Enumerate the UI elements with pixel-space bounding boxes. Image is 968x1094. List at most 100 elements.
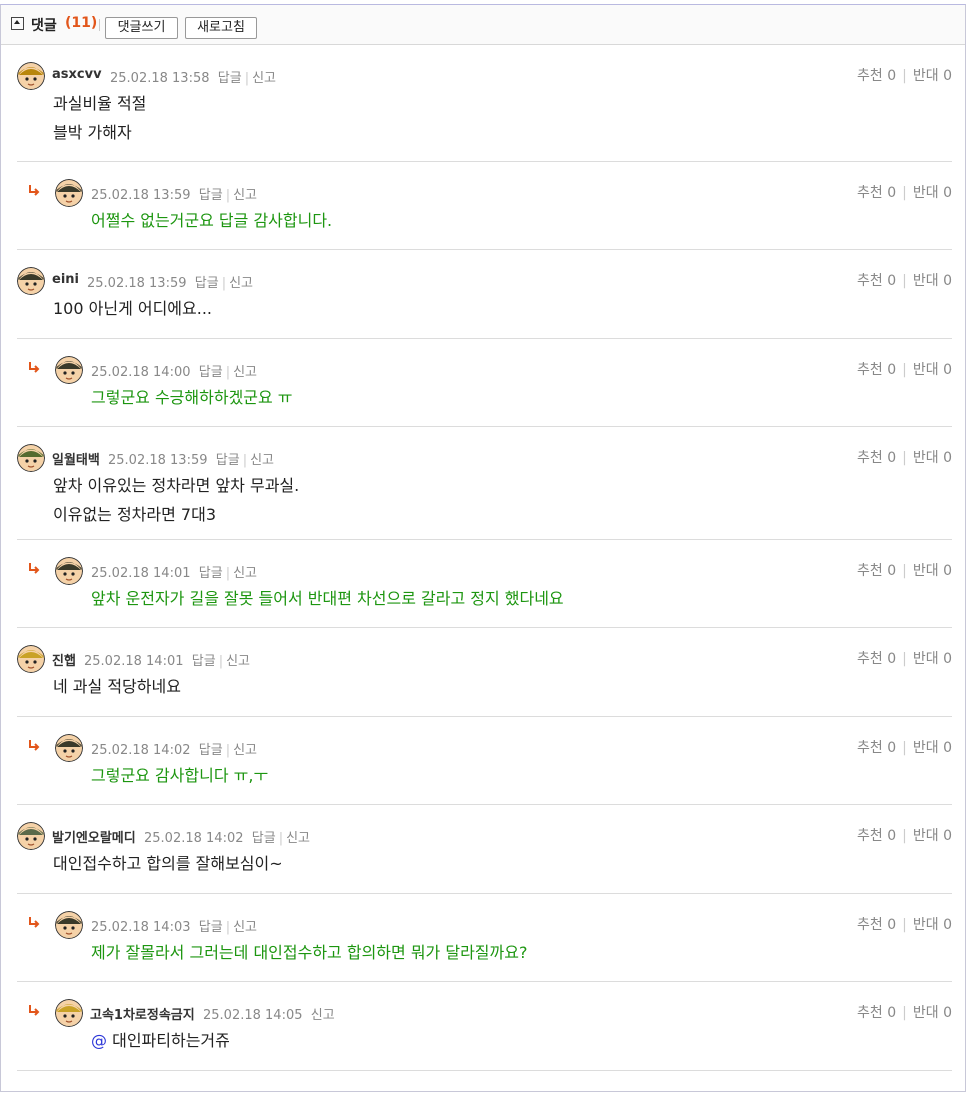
upvote-button[interactable]: 추천 0 <box>857 362 896 378</box>
avatar[interactable] <box>55 356 83 384</box>
vote-box: 추천 0 | 반대 0 <box>857 270 952 290</box>
nickname[interactable]: 일월태백 <box>52 449 100 468</box>
avatar[interactable] <box>17 444 45 472</box>
reply-link[interactable]: 답글 <box>192 654 216 669</box>
report-link[interactable]: 신고 <box>229 276 253 291</box>
reply-link[interactable]: 답글 <box>195 276 219 291</box>
upvote-button[interactable]: 추천 0 <box>857 651 896 667</box>
report-link[interactable]: 신고 <box>250 453 274 468</box>
collapse-toggle-icon[interactable] <box>11 17 24 30</box>
reply-link[interactable]: 답글 <box>199 566 223 581</box>
upvote-label: 추천 <box>857 185 883 201</box>
downvote-count: 0 <box>943 185 952 201</box>
upvote-button[interactable]: 추천 0 <box>857 450 896 466</box>
vote-box: 추천 0 | 반대 0 <box>857 1002 952 1022</box>
downvote-label: 반대 <box>912 1005 939 1021</box>
avatar[interactable] <box>17 822 45 850</box>
comment-meta: 25.02.18 14:01 답글 | 신고 <box>91 562 257 581</box>
downvote-button[interactable]: 반대 0 <box>913 917 952 933</box>
upvote-button[interactable]: 추천 0 <box>857 828 896 844</box>
meta-divider: | <box>242 453 248 468</box>
avatar[interactable] <box>17 645 45 673</box>
write-comment-button[interactable]: 댓글쓰기 <box>105 17 178 39</box>
nickname[interactable]: asxcvv <box>52 67 102 82</box>
report-link[interactable]: 신고 <box>233 920 257 935</box>
upvote-label: 추천 <box>857 740 883 756</box>
downvote-button[interactable]: 반대 0 <box>913 828 952 844</box>
vote-box: 추천 0 | 반대 0 <box>857 737 952 757</box>
upvote-button[interactable]: 추천 0 <box>857 68 896 84</box>
downvote-button[interactable]: 반대 0 <box>913 185 952 201</box>
avatar[interactable] <box>17 62 45 90</box>
nickname[interactable]: 고속1차로정속금지 <box>90 1004 195 1023</box>
reply-link[interactable]: 답글 <box>199 188 223 203</box>
avatar[interactable] <box>17 267 45 295</box>
reply-arrow-icon <box>27 182 41 196</box>
upvote-button[interactable]: 추천 0 <box>857 1005 896 1021</box>
upvote-button[interactable]: 추천 0 <box>857 273 896 289</box>
comment-row: 일월태백 25.02.18 13:59 답글 | 신고 추천 0 | 반대 0 앞차 이유있는… <box>17 427 952 540</box>
reply-arrow-icon <box>27 737 41 751</box>
upvote-button[interactable]: 추천 0 <box>857 185 896 201</box>
downvote-button[interactable]: 반대 0 <box>913 651 952 667</box>
meta-divider: | <box>218 654 224 669</box>
downvote-button[interactable]: 반대 0 <box>913 68 952 84</box>
nickname[interactable]: eini <box>52 272 79 287</box>
upvote-button[interactable]: 추천 0 <box>857 917 896 933</box>
reply-link[interactable]: 답글 <box>199 743 223 758</box>
avatar[interactable] <box>55 999 83 1027</box>
meta-divider: | <box>225 920 231 935</box>
reply-link[interactable]: 답글 <box>218 71 242 86</box>
downvote-button[interactable]: 반대 0 <box>913 273 952 289</box>
upvote-count: 0 <box>887 185 897 201</box>
report-link[interactable]: 신고 <box>311 1008 335 1023</box>
report-link[interactable]: 신고 <box>233 743 257 758</box>
downvote-count: 0 <box>943 273 952 289</box>
reply-link[interactable]: 답글 <box>216 453 240 468</box>
comment-meta: 25.02.18 13:59 답글 | 신고 <box>87 272 253 291</box>
downvote-button[interactable]: 반대 0 <box>913 563 952 579</box>
downvote-count: 0 <box>943 450 952 466</box>
upvote-count: 0 <box>887 651 897 667</box>
downvote-count: 0 <box>943 651 952 667</box>
avatar[interactable] <box>55 179 83 207</box>
refresh-button[interactable]: 새로고침 <box>185 17 257 39</box>
comment-date: 25.02.18 13:59 <box>91 188 191 203</box>
comment-date: 25.02.18 14:03 <box>91 920 191 935</box>
reply-arrow-icon <box>27 560 41 574</box>
report-link[interactable]: 신고 <box>252 71 276 86</box>
report-link[interactable]: 신고 <box>233 566 257 581</box>
nickname[interactable]: 발기엔오랄메디 <box>52 827 136 846</box>
comment-text-line: 대인파티하는거쥬 <box>112 1031 230 1050</box>
comment-text: 블박 가해자 <box>53 123 132 142</box>
downvote-count: 0 <box>943 828 952 844</box>
mention-link[interactable]: @ <box>91 1031 107 1050</box>
downvote-button[interactable]: 반대 0 <box>913 1005 952 1021</box>
comment-meta: 25.02.18 14:02 답글 | 신고 <box>91 739 257 758</box>
avatar[interactable] <box>55 911 83 939</box>
avatar[interactable] <box>55 734 83 762</box>
downvote-label: 반대 <box>912 651 939 667</box>
nickname[interactable]: 진햅 <box>52 650 76 669</box>
comment-meta: 25.02.18 14:03 답글 | 신고 <box>91 916 257 935</box>
vote-box: 추천 0 | 반대 0 <box>857 447 952 467</box>
report-link[interactable]: 신고 <box>226 654 250 669</box>
downvote-label: 반대 <box>912 740 939 756</box>
comment-row: 발기엔오랄메디 25.02.18 14:02 답글 | 신고 추천 0 | 반대 0 대인접수… <box>17 805 952 894</box>
avatar[interactable] <box>55 557 83 585</box>
downvote-button[interactable]: 반대 0 <box>913 450 952 466</box>
reply-arrow-icon <box>27 359 41 373</box>
downvote-button[interactable]: 반대 0 <box>913 362 952 378</box>
report-link[interactable]: 신고 <box>233 188 257 203</box>
reply-link[interactable]: 답글 <box>199 365 223 380</box>
upvote-button[interactable]: 추천 0 <box>857 563 896 579</box>
upvote-button[interactable]: 추천 0 <box>857 740 896 756</box>
reply-link[interactable]: 답글 <box>199 920 223 935</box>
reply-row: 25.02.18 14:03 답글 | 신고 추천 0 | 반대 0 제가 잘몰라서 그러는… <box>17 894 952 982</box>
report-link[interactable]: 신고 <box>233 365 257 380</box>
report-link[interactable]: 신고 <box>286 831 310 846</box>
vote-divider: | <box>902 1005 907 1021</box>
reply-link[interactable]: 답글 <box>252 831 276 846</box>
downvote-label: 반대 <box>912 828 939 844</box>
downvote-button[interactable]: 반대 0 <box>913 740 952 756</box>
